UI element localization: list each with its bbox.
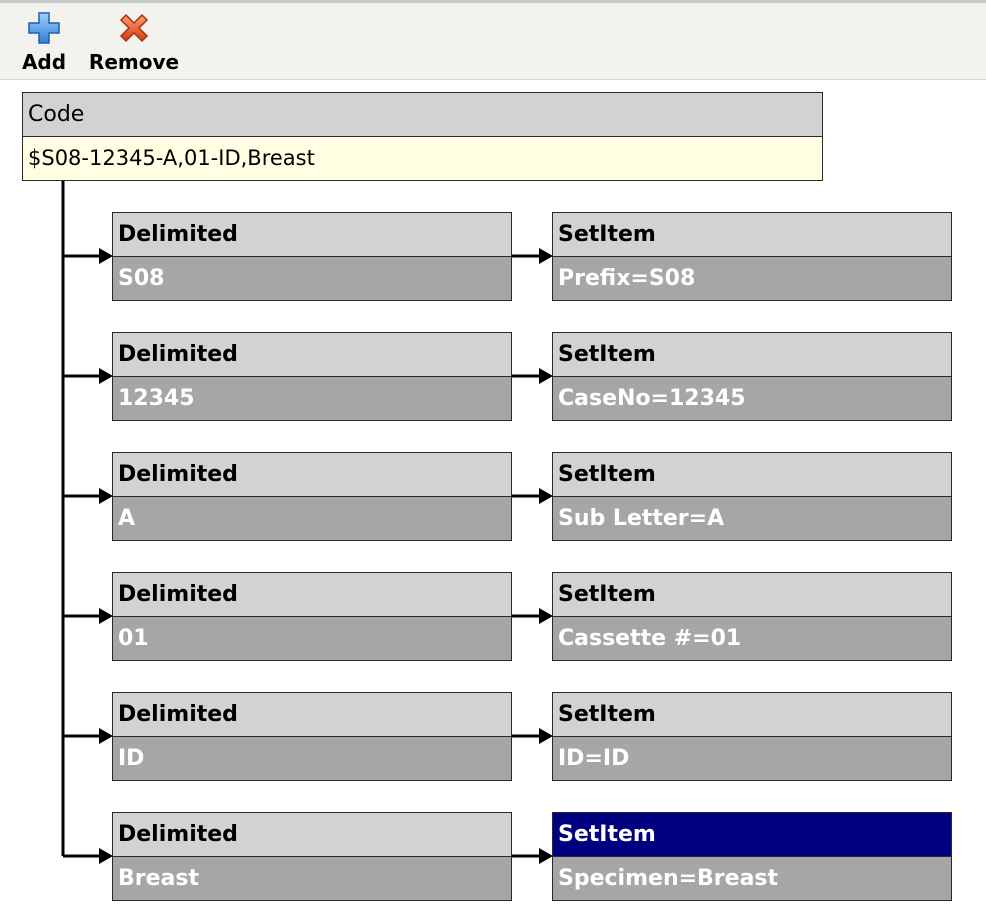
setitem-node-selected[interactable]: SetItem Specimen=Breast [552, 812, 952, 901]
setitem-node[interactable]: SetItem ID=ID [552, 692, 952, 781]
add-button[interactable]: Add [18, 11, 70, 77]
delimited-node[interactable]: Delimited Breast [112, 812, 512, 901]
setitem-node-header: SetItem [553, 213, 951, 257]
delimited-node-value: A [113, 497, 511, 540]
setitem-node[interactable]: SetItem Sub Letter=A [552, 452, 952, 541]
delimited-node[interactable]: Delimited ID [112, 692, 512, 781]
remove-button[interactable]: Remove [85, 11, 183, 77]
delimited-node-header: Delimited [113, 693, 511, 737]
delimited-node[interactable]: Delimited 01 [112, 572, 512, 661]
delimited-node-header: Delimited [113, 453, 511, 497]
code-node-value: $S08-12345-A,01-ID,Breast [23, 137, 822, 180]
setitem-node-header: SetItem [553, 813, 951, 857]
toolbar: Add Remove [0, 0, 986, 80]
plus-icon [28, 12, 60, 44]
delimited-node-header: Delimited [113, 813, 511, 857]
code-node-header: Code [23, 93, 822, 137]
setitem-node-value: Prefix=S08 [553, 257, 951, 300]
setitem-node-value: ID=ID [553, 737, 951, 780]
delimited-node[interactable]: Delimited 12345 [112, 332, 512, 421]
x-icon [119, 13, 149, 43]
delimited-node-header: Delimited [113, 573, 511, 617]
setitem-node[interactable]: SetItem Cassette #=01 [552, 572, 952, 661]
delimited-node-header: Delimited [113, 333, 511, 377]
delimited-node-value: Breast [113, 857, 511, 900]
delimited-node-value: 12345 [113, 377, 511, 420]
setitem-node-value: CaseNo=12345 [553, 377, 951, 420]
add-label: Add [21, 50, 67, 74]
setitem-node-header: SetItem [553, 573, 951, 617]
setitem-node[interactable]: SetItem CaseNo=12345 [552, 332, 952, 421]
delimited-node[interactable]: Delimited A [112, 452, 512, 541]
delimited-node-value: S08 [113, 257, 511, 300]
delimited-node[interactable]: Delimited S08 [112, 212, 512, 301]
delimited-node-value: ID [113, 737, 511, 780]
delimited-node-value: 01 [113, 617, 511, 660]
setitem-node-value: Sub Letter=A [553, 497, 951, 540]
setitem-node-header: SetItem [553, 693, 951, 737]
remove-label: Remove [88, 50, 180, 74]
setitem-node[interactable]: SetItem Prefix=S08 [552, 212, 952, 301]
setitem-node-value: Cassette #=01 [553, 617, 951, 660]
code-node[interactable]: Code $S08-12345-A,01-ID,Breast [22, 92, 823, 181]
setitem-node-header: SetItem [553, 333, 951, 377]
setitem-node-header: SetItem [553, 453, 951, 497]
delimited-node-header: Delimited [113, 213, 511, 257]
setitem-node-value: Specimen=Breast [553, 857, 951, 900]
